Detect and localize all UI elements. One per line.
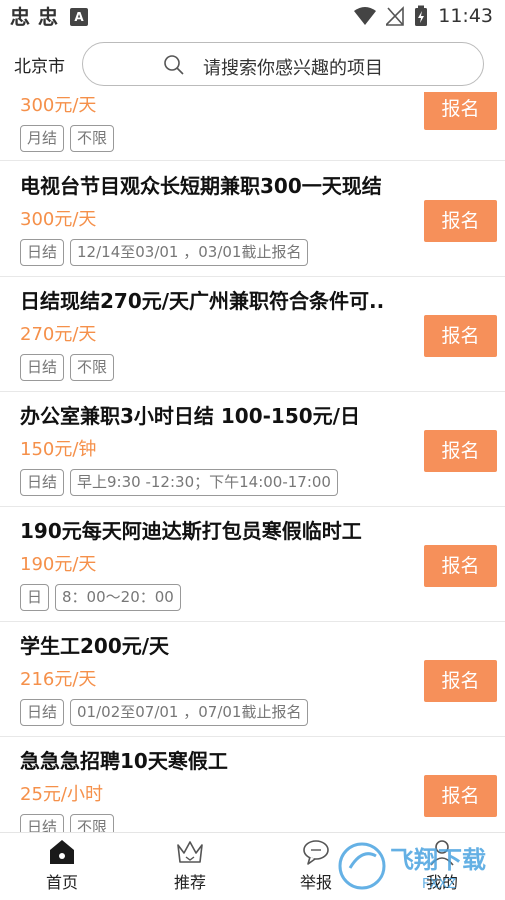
site-watermark: 飞翔下载 FXXZ (338, 842, 486, 892)
wifi-icon (354, 7, 377, 25)
job-pay: 190元/天 (20, 554, 97, 575)
apply-button[interactable]: 报名 (424, 92, 497, 130)
job-pay: 216元/天 (20, 669, 97, 690)
job-tag: 12/14至03/01 ，03/01截止报名 (70, 239, 309, 266)
job-tag: 日结 (20, 239, 65, 266)
job-tag: 日结 (20, 354, 65, 381)
crown-icon (177, 841, 203, 863)
status-left: 忠 忠 A (10, 5, 88, 29)
job-title: 急急急招聘10天寒假工 (20, 749, 228, 773)
job-pay: 25元/小时 (20, 784, 103, 805)
job-tag: 日结 (20, 469, 65, 496)
job-tags: 日结 不限 (20, 814, 115, 832)
job-title: 学生工200元/天 (20, 634, 170, 658)
status-right: 11:43 (354, 5, 493, 27)
job-tags: 日结 不限 (20, 354, 115, 381)
job-pay: 300元/天 (20, 95, 97, 116)
job-tag: 日结 (20, 699, 65, 726)
nav-label: 推荐 (173, 873, 206, 892)
job-pay: 150元/钟 (20, 439, 97, 460)
clock: 11:43 (438, 5, 493, 27)
job-card[interactable]: 300元/天 月结 不限 报名 (0, 92, 505, 161)
job-tag: 不限 (70, 354, 115, 381)
watermark-text: 飞翔下载 (390, 846, 486, 874)
search-bar[interactable]: 请搜索你感兴趣的项目 (82, 42, 484, 86)
job-tag: 月结 (20, 125, 65, 152)
chat-icon (303, 840, 329, 865)
no-signal-icon (386, 6, 405, 26)
job-tag: 不限 (70, 125, 115, 152)
job-card[interactable]: 电视台节目观众长短期兼职300一天现结 300元/天 日结 12/14至03/0… (0, 162, 505, 277)
city-selector[interactable]: 北京市 (14, 52, 65, 77)
job-title: 电视台节目观众长短期兼职300一天现结 (20, 174, 382, 198)
job-card[interactable]: 190元每天阿迪达斯打包员寒假临时工 190元/天 日 8：00～20：00 报… (0, 507, 505, 622)
apply-button[interactable]: 报名 (424, 430, 497, 472)
nav-item-recommend[interactable]: 推荐 (150, 837, 230, 893)
apply-button[interactable]: 报名 (424, 315, 497, 357)
job-pay: 300元/天 (20, 209, 97, 230)
job-tags: 日结 12/14至03/01 ，03/01截止报名 (20, 239, 309, 266)
header: 北京市 请搜索你感兴趣的项目 (0, 36, 505, 92)
nav-label: 首页 (45, 873, 78, 892)
job-tag: 不限 (70, 814, 115, 832)
job-tags: 日结 早上9:30 -12:30；下午14:00-17:00 (20, 469, 338, 496)
job-tag: 日结 (20, 814, 65, 832)
home-icon (50, 840, 74, 864)
apply-button[interactable]: 报名 (424, 660, 497, 702)
status-bar: 忠 忠 A 11:43 (0, 0, 505, 36)
job-title: 办公室兼职3小时日结 100-150元/日 (20, 404, 360, 428)
apply-button[interactable]: 报名 (424, 200, 497, 242)
apply-button[interactable]: 报名 (424, 545, 497, 587)
job-card[interactable]: 办公室兼职3小时日结 100-150元/日 150元/钟 日结 早上9:30 -… (0, 392, 505, 507)
job-list[interactable]: 300元/天 月结 不限 报名 电视台节目观众长短期兼职300一天现结 300元… (0, 92, 505, 832)
job-tags: 日结 01/02至07/01 ，07/01截止报名 (20, 699, 309, 726)
job-card[interactable]: 急急急招聘10天寒假工 25元/小时 日结 不限 报名 (0, 737, 505, 832)
search-icon (164, 55, 184, 75)
battery-charging-icon (415, 5, 428, 26)
apply-button[interactable]: 报名 (424, 775, 497, 817)
job-pay: 270元/天 (20, 324, 97, 345)
job-tag: 01/02至07/01 ，07/01截止报名 (70, 699, 309, 726)
job-tags: 日 8：00～20：00 (20, 584, 181, 611)
job-card[interactable]: 学生工200元/天 216元/天 日结 01/02至07/01 ，07/01截止… (0, 622, 505, 737)
job-tag: 日 (20, 584, 50, 611)
job-title: 190元每天阿迪达斯打包员寒假临时工 (20, 519, 362, 543)
app-notification-icon: 忠 (38, 5, 58, 29)
job-tags: 月结 不限 (20, 125, 115, 152)
job-tag: 8：00～20：00 (55, 584, 181, 611)
watermark-sub: FXXZ (422, 877, 456, 892)
job-tag: 早上9:30 -12:30；下午14:00-17:00 (70, 469, 338, 496)
nav-item-home[interactable]: 首页 (22, 837, 102, 893)
a-notification-icon: A (70, 8, 88, 26)
search-placeholder: 请搜索你感兴趣的项目 (203, 58, 383, 79)
app-notification-icon: 忠 (10, 5, 30, 29)
job-card[interactable]: 日结现结270元/天广州兼职符合条件可.. 270元/天 日结 不限 报名 (0, 277, 505, 392)
job-title: 日结现结270元/天广州兼职符合条件可.. (20, 289, 385, 313)
